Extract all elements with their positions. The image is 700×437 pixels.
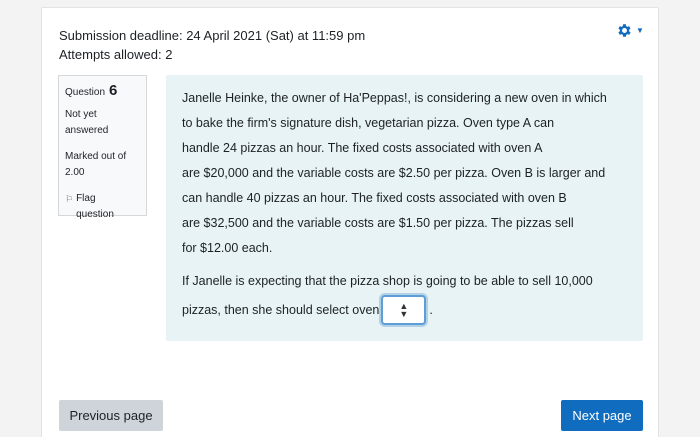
state-line-2: answered [65,125,109,136]
trailing-period: . [429,303,433,317]
previous-page-button[interactable]: Previous page [59,400,163,431]
submission-deadline: Submission deadline: 24 April 2021 (Sat)… [59,28,366,43]
question-grade: Marked out of 2.00 [65,149,140,181]
settings-menu-button[interactable]: ▼ [612,17,648,43]
question-line: are $20,000 and the variable costs are $… [182,166,606,180]
oven-answer-select[interactable]: ▲ ▼ [381,295,427,325]
attempts-allowed: Attempts allowed: 2 [59,47,173,62]
question-info: Question 6 Not yet answered Marked out o… [58,75,147,220]
flag-question-toggle[interactable]: ⚐ Flag question [65,191,140,223]
question-state: Not yet answered [65,107,140,139]
quiz-meta: Submission deadline: 24 April 2021 (Sat)… [59,26,365,64]
answer-line: pizzas, then she should select oven ▲ ▼ . [182,294,627,326]
question-line: handle 24 pizzas an hour. The fixed cost… [182,141,543,155]
question-text-box: Janelle Heinke, the owner of Ha'Peppas!,… [166,75,643,341]
grade-line-2: 2.00 [65,167,85,178]
flag-line-2: question [76,209,114,220]
caret-down-icon: ▼ [636,25,644,35]
gear-icon [618,23,631,37]
question-line: can handle 40 pizzas an hour. The fixed … [182,191,567,205]
flag-icon: ⚐ [65,194,74,204]
prompt-line: If Janelle is expecting that the pizza s… [182,274,593,288]
question-line: Janelle Heinke, the owner of Ha'Peppas!,… [182,91,607,105]
prompt-line-2: pizzas, then she should select oven [182,303,380,317]
grade-line-1: Marked out of [65,151,127,162]
flag-line-1: Flag [76,193,96,204]
question-label: Question [65,87,106,98]
question-number: Question 6 [65,83,140,101]
up-down-arrows-icon: ▲ ▼ [399,301,409,319]
next-page-button[interactable]: Next page [561,400,643,431]
question-number-value: 6 [109,82,118,99]
question-line: to bake the firm's signature dish, veget… [182,116,555,130]
question-line: are $32,500 and the variable costs are $… [182,216,574,230]
quiz-card: Submission deadline: 24 April 2021 (Sat)… [41,7,659,437]
state-line-1: Not yet [65,109,97,120]
question-line: for $12.00 each. [182,241,273,255]
